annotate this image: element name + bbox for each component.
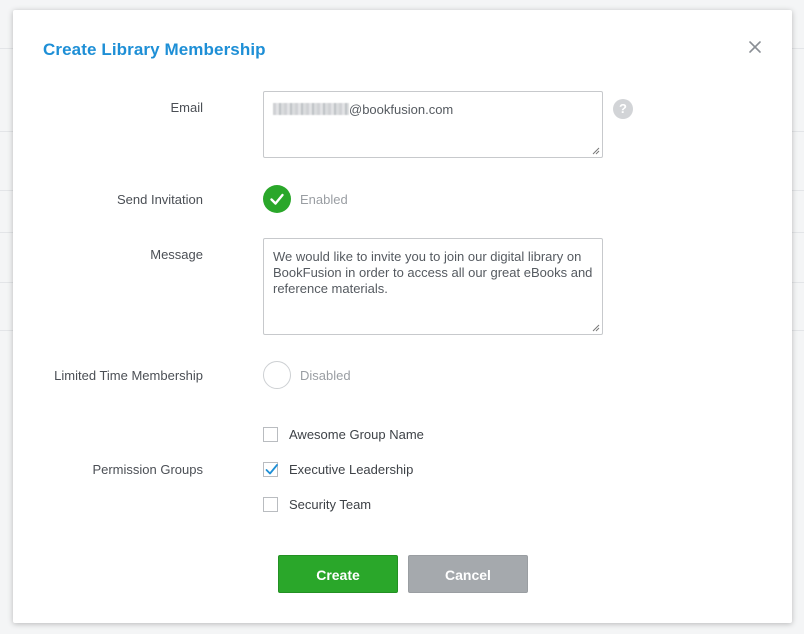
resize-grip-icon[interactable] — [592, 147, 600, 155]
resize-grip-icon[interactable] — [592, 324, 600, 332]
email-domain: @bookfusion.com — [349, 102, 454, 117]
create-membership-dialog: Create Library Membership Email @bookfus… — [13, 10, 792, 623]
cancel-button[interactable]: Cancel — [408, 555, 528, 593]
close-icon — [749, 41, 761, 53]
dialog-title: Create Library Membership — [43, 40, 266, 59]
email-field[interactable]: @bookfusion.com — [263, 91, 603, 158]
help-icon[interactable]: ? — [613, 99, 633, 119]
send-invitation-label: Send Invitation — [116, 192, 203, 207]
limited-time-label: Limited Time Membership — [54, 368, 203, 383]
create-button[interactable]: Create — [278, 555, 398, 593]
close-button[interactable] — [746, 38, 764, 56]
send-invitation-state: Enabled — [300, 192, 348, 207]
checkbox-security-team[interactable] — [263, 497, 278, 512]
checkmark-icon — [265, 464, 278, 475]
checkmark-icon — [270, 193, 284, 205]
checkbox-label: Awesome Group Name — [289, 427, 424, 442]
limited-time-toggle[interactable] — [263, 361, 291, 389]
email-label: Email — [170, 100, 203, 115]
checkbox-awesome-group[interactable] — [263, 427, 278, 442]
redacted-email-username — [273, 103, 349, 115]
checkbox-label: Executive Leadership — [289, 462, 414, 477]
checkbox-executive-leadership[interactable] — [263, 462, 278, 477]
message-field[interactable]: We would like to invite you to join our … — [263, 238, 603, 335]
checkbox-label: Security Team — [289, 497, 372, 512]
message-text: We would like to invite you to join our … — [273, 249, 593, 296]
limited-time-state: Disabled — [300, 368, 351, 383]
send-invitation-toggle[interactable] — [263, 185, 291, 213]
message-label: Message — [150, 247, 203, 262]
permission-groups-label: Permission Groups — [92, 462, 203, 477]
